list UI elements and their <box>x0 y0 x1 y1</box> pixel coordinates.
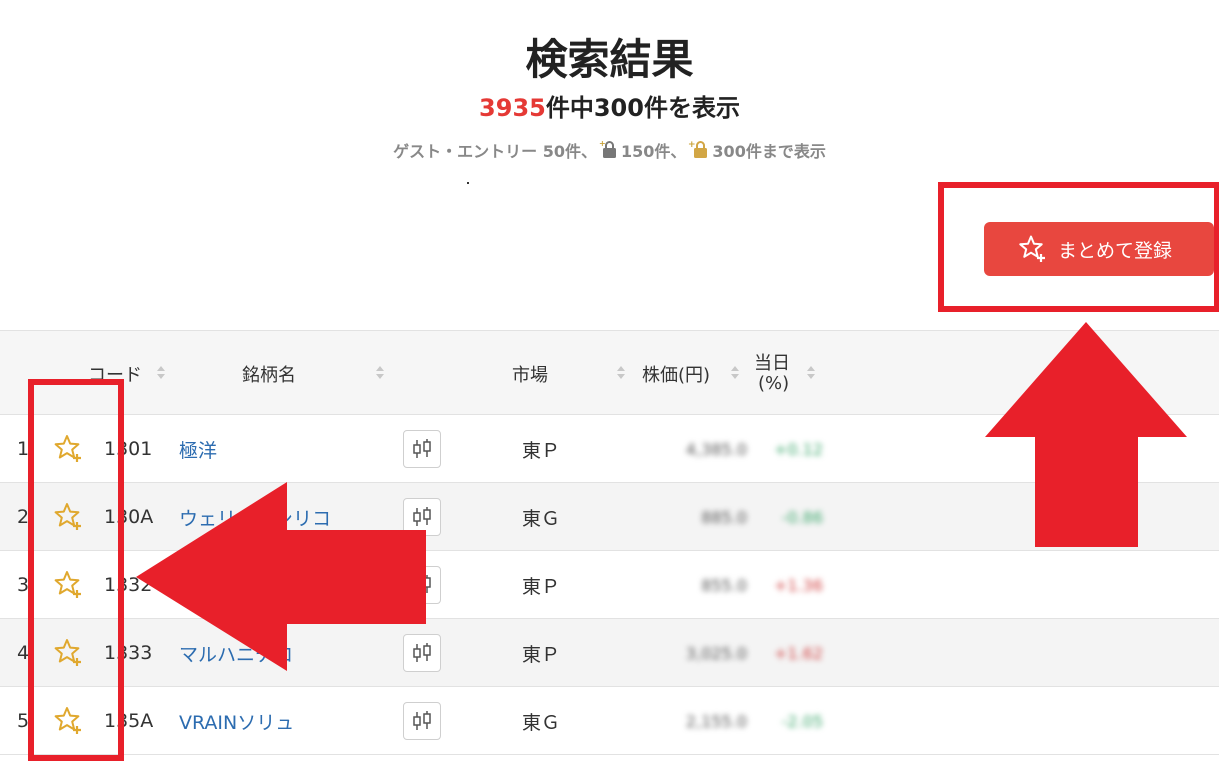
result-summary-text: 件中300件を表示 <box>545 94 740 122</box>
stock-name-link[interactable]: VRAINソリュ <box>179 687 294 755</box>
stock-price: 4,385.0 <box>685 439 747 459</box>
stock-price: 855.0 <box>701 575 747 595</box>
market-label: 東Ｐ <box>522 439 561 462</box>
market-label: 東Ｐ <box>522 575 561 598</box>
day-change-percent: +1.62 <box>773 643 823 663</box>
column-header-market[interactable]: 市場 <box>512 361 548 387</box>
column-header-change-line1[interactable]: 当日 <box>754 349 790 375</box>
highlight-box-bulk-button <box>938 182 1219 312</box>
table-row: 5 135A VRAINソリュ 東Ｇ 2,155.0 -2.05 <box>0 687 1219 755</box>
stock-name-link[interactable]: 極洋 <box>179 415 217 483</box>
divider-dot <box>467 182 469 184</box>
day-change-percent: +0.12 <box>773 439 823 459</box>
candlestick-chart-icon[interactable] <box>403 702 441 740</box>
column-header-name[interactable]: 銘柄名 <box>242 361 296 387</box>
day-change-percent: -2.05 <box>781 711 823 731</box>
highlight-box-star-column <box>28 379 124 761</box>
candlestick-chart-icon[interactable] <box>403 430 441 468</box>
up-arrow-annotation <box>985 322 1187 547</box>
limits-plan1-text: 150件、 <box>621 142 687 161</box>
left-arrow-annotation <box>136 482 426 671</box>
market-label: 東Ｐ <box>522 643 561 666</box>
sort-name-icon[interactable] <box>376 366 384 380</box>
limits-guest-text: ゲスト・エントリー 50件、 <box>393 142 598 161</box>
sort-price-icon[interactable] <box>731 366 739 380</box>
limits-plan2-text: 300件まで表示 <box>712 142 826 161</box>
result-summary: 3935件中300件を表示 <box>0 88 1219 123</box>
column-header-change-line2[interactable]: (%) <box>758 373 789 394</box>
lock-icon: + <box>599 139 619 163</box>
display-limits: ゲスト・エントリー 50件、 +150件、 +300件まで表示 <box>0 138 1219 163</box>
sort-code-icon[interactable] <box>157 366 165 380</box>
market-label: 東Ｇ <box>522 507 561 530</box>
stock-price: 3,025.0 <box>685 643 747 663</box>
result-total-count: 3935 <box>479 94 546 122</box>
sort-change-icon[interactable] <box>807 366 815 380</box>
page-title: 検索結果 <box>525 35 694 84</box>
stock-price: 885.0 <box>701 507 747 527</box>
svg-text:+: + <box>599 139 606 148</box>
market-label: 東Ｇ <box>522 711 561 734</box>
sort-market-icon[interactable] <box>617 366 625 380</box>
gold-lock-icon: + <box>688 139 710 163</box>
column-header-price[interactable]: 株価(円) <box>642 361 710 387</box>
stock-price: 2,155.0 <box>685 711 747 731</box>
day-change-percent: +1.36 <box>773 575 823 595</box>
day-change-percent: -0.86 <box>781 507 823 527</box>
